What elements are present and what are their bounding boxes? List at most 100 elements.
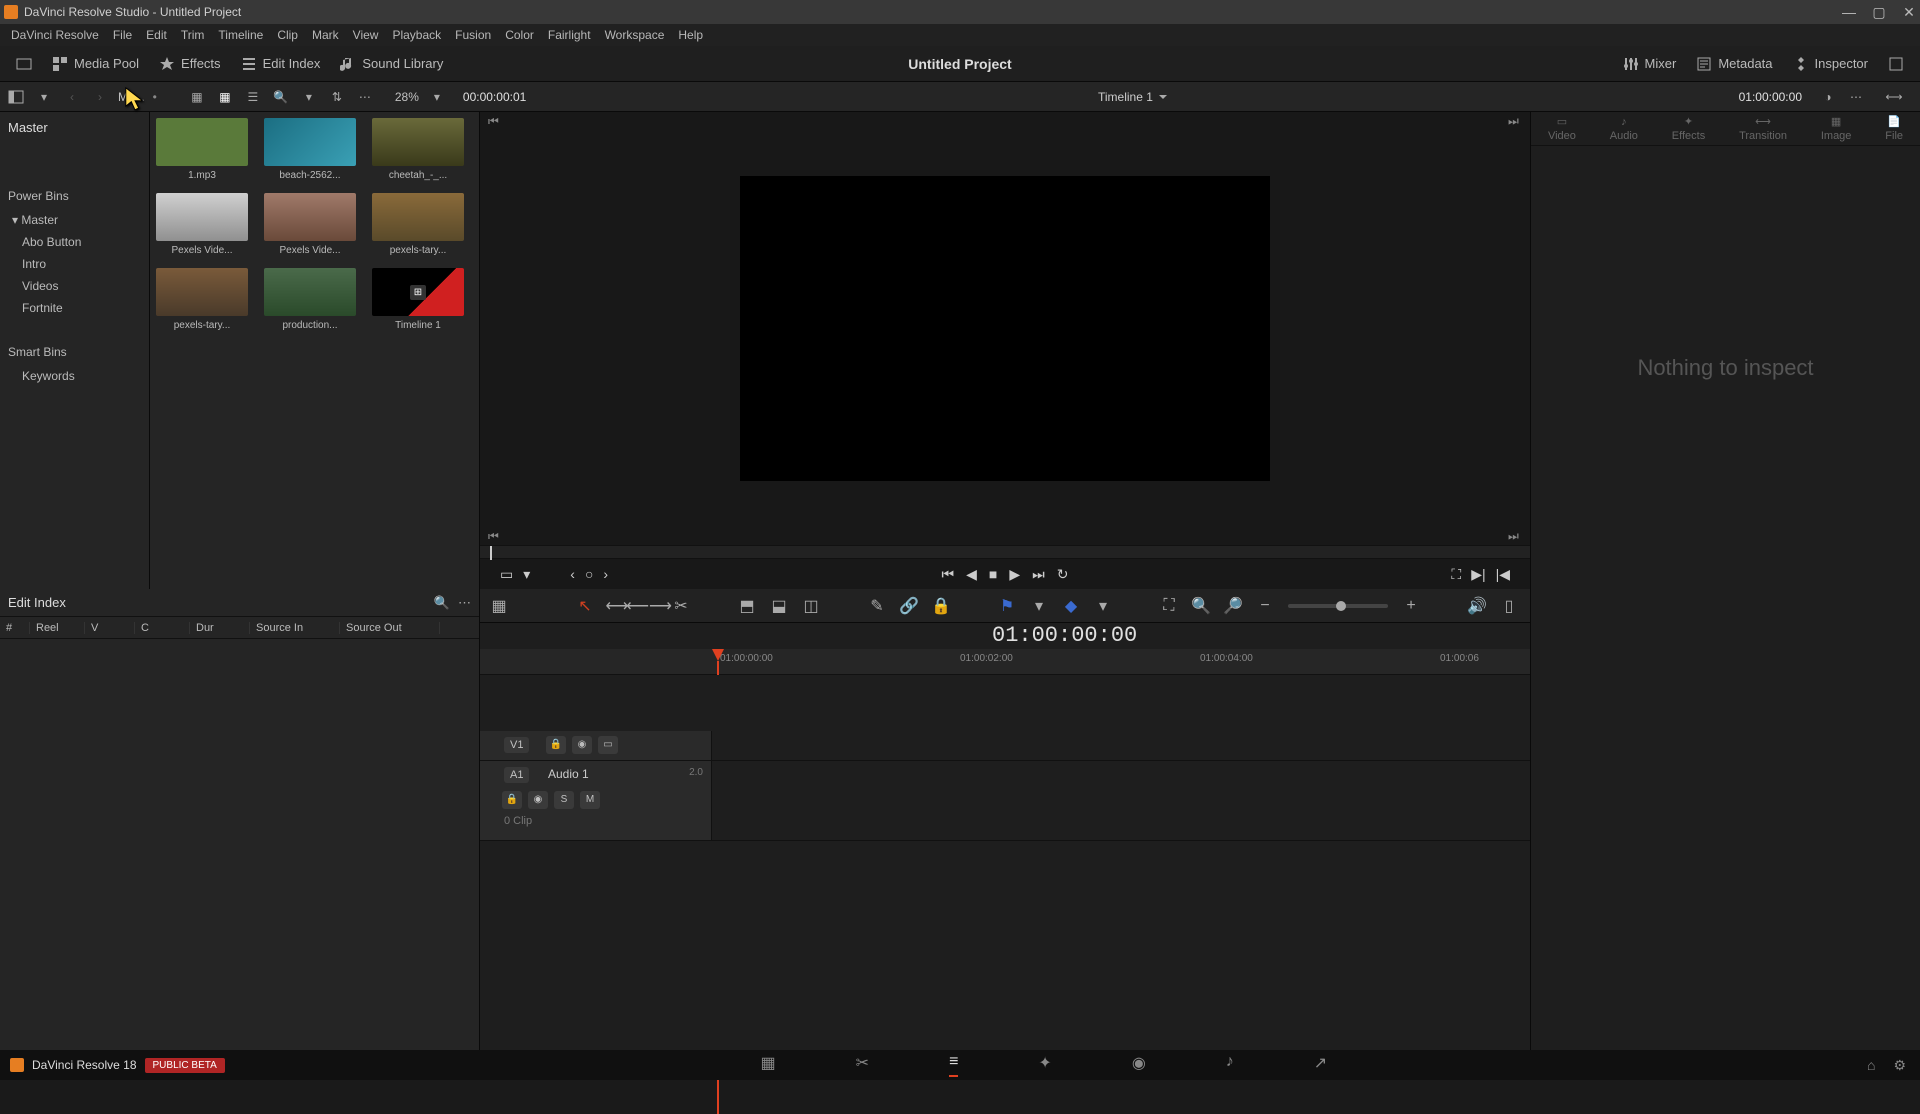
inspector-tab-effects[interactable]: ✦Effects bbox=[1672, 115, 1705, 142]
link-icon[interactable]: 🔗 bbox=[900, 597, 918, 615]
maximize-button[interactable]: ▢ bbox=[1872, 5, 1886, 19]
go-last-icon[interactable]: ⏭ bbox=[1508, 114, 1522, 128]
key-icon[interactable]: ○ bbox=[585, 566, 593, 583]
col-header[interactable]: V bbox=[85, 622, 135, 634]
track-solo-button[interactable]: S bbox=[554, 791, 574, 809]
volume-icon[interactable]: 🔊 bbox=[1468, 597, 1486, 615]
sidebar-toggle[interactable] bbox=[6, 87, 26, 107]
bypass-fx-icon[interactable]: ◑ bbox=[1818, 87, 1838, 107]
power-bins-header[interactable]: Power Bins bbox=[0, 183, 149, 209]
mixer-tab[interactable]: Mixer bbox=[1613, 50, 1687, 78]
inspector-tab-file[interactable]: 📄File bbox=[1885, 115, 1903, 142]
nav-back[interactable]: ‹ bbox=[62, 87, 82, 107]
audio-track-header[interactable]: A1 Audio 1 2.0 🔒 ◉ S M 0 Clip bbox=[480, 761, 712, 841]
chevron-down-icon[interactable]: ▾ bbox=[34, 87, 54, 107]
menu-fusion[interactable]: Fusion bbox=[448, 26, 498, 44]
selection-tool-icon[interactable]: ↖ bbox=[576, 597, 594, 615]
menu-timeline[interactable]: Timeline bbox=[211, 26, 270, 44]
go-last-icon[interactable]: ⏭ bbox=[1508, 529, 1522, 543]
inspector-tab[interactable]: Inspector bbox=[1783, 50, 1878, 78]
chevron-down-icon[interactable]: ▾ bbox=[1030, 597, 1048, 615]
thumbnail-view-icon[interactable]: ▦ bbox=[215, 87, 235, 107]
marker-icon[interactable]: ◆ bbox=[1062, 597, 1080, 615]
prev-clip-icon[interactable]: |◀ bbox=[1496, 566, 1510, 583]
stop-icon[interactable]: ■ bbox=[989, 566, 997, 582]
go-first-icon[interactable]: ⏮ bbox=[488, 114, 502, 128]
track-enable-button[interactable]: ▭ bbox=[598, 736, 618, 754]
bin-item[interactable]: Fortnite bbox=[0, 297, 149, 319]
chevron-down-icon[interactable]: ▾ bbox=[1094, 597, 1112, 615]
track-name-v1[interactable]: V1 bbox=[504, 737, 529, 753]
metadata-view-icon[interactable]: ▦ bbox=[187, 87, 207, 107]
track-auto-button[interactable]: ◉ bbox=[572, 736, 592, 754]
col-header[interactable]: Source In bbox=[250, 622, 340, 634]
timeline-name-drop[interactable]: Timeline 1 bbox=[534, 90, 1730, 104]
flag-icon[interactable]: ⚑ bbox=[998, 597, 1016, 615]
col-header[interactable]: Dur bbox=[190, 622, 250, 634]
col-header[interactable]: Source Out bbox=[340, 622, 440, 634]
search-icon[interactable]: 🔍 bbox=[271, 87, 291, 107]
zoom-in-icon[interactable]: + bbox=[1402, 597, 1420, 615]
page-fusion[interactable]: ✦ bbox=[1038, 1053, 1051, 1077]
smart-bins-header[interactable]: Smart Bins bbox=[0, 339, 149, 365]
zoom-out-icon[interactable]: − bbox=[1256, 597, 1274, 615]
bin-item[interactable]: ▾ Master bbox=[0, 209, 149, 231]
full-screen-toggle[interactable] bbox=[1878, 50, 1914, 78]
go-end-icon[interactable]: ⏭ bbox=[1032, 566, 1045, 583]
viewer-scrubber[interactable] bbox=[480, 545, 1530, 559]
inspector-tab-audio[interactable]: ♪Audio bbox=[1610, 116, 1638, 142]
clip-item[interactable]: Pexels Vide... bbox=[264, 193, 356, 256]
overwrite-icon[interactable]: ⬓ bbox=[770, 597, 788, 615]
gear-icon[interactable]: ⚙ bbox=[1893, 1057, 1906, 1074]
match-frame-icon[interactable]: ▭ bbox=[500, 566, 513, 583]
col-header[interactable]: # bbox=[0, 622, 30, 634]
nav-fwd[interactable]: › bbox=[90, 87, 110, 107]
monitor-icon[interactable]: ▯ bbox=[1500, 597, 1518, 615]
clip-item[interactable]: production... bbox=[264, 268, 356, 331]
inspector-tab-transition[interactable]: ⟷Transition bbox=[1739, 115, 1787, 142]
more-icon[interactable]: ⋯ bbox=[458, 595, 471, 611]
step-back-icon[interactable]: ◀ bbox=[966, 566, 977, 583]
play-icon[interactable]: ▶ bbox=[1009, 566, 1020, 583]
track-name-a1[interactable]: A1 bbox=[504, 767, 529, 783]
menu-davinci-resolve[interactable]: DaVinci Resolve bbox=[4, 26, 106, 44]
timeline-timecode[interactable]: 01:00:00:00 bbox=[992, 623, 1137, 648]
trim-tool-icon[interactable]: ⟷ bbox=[608, 597, 626, 615]
more-icon[interactable]: ⋯ bbox=[355, 87, 375, 107]
list-view-icon[interactable]: ☰ bbox=[243, 87, 263, 107]
track-record-button[interactable]: ◉ bbox=[528, 791, 548, 809]
search-icon[interactable]: 🔍 bbox=[434, 595, 450, 611]
menu-fairlight[interactable]: Fairlight bbox=[541, 26, 598, 44]
timeline-tracks[interactable]: V1 🔒 ◉ ▭ A1 Audio 1 2.0 🔒 ◉ S M 0 Clip bbox=[480, 675, 1530, 1056]
next-edit-icon[interactable]: › bbox=[603, 566, 608, 583]
replace-icon[interactable]: ◫ bbox=[802, 597, 820, 615]
single-viewer-toggle[interactable] bbox=[6, 50, 42, 78]
page-color[interactable]: ◉ bbox=[1132, 1053, 1146, 1077]
menu-playback[interactable]: Playback bbox=[385, 26, 448, 44]
expand-viewer[interactable]: ⟷ bbox=[1874, 87, 1914, 107]
clip-item[interactable]: Pexels Vide... bbox=[156, 193, 248, 256]
audio-track-label[interactable]: Audio 1 bbox=[548, 767, 589, 781]
zoom-fit-icon[interactable]: ⛶ bbox=[1160, 597, 1178, 615]
chevron-down-icon[interactable]: ▾ bbox=[523, 566, 530, 583]
col-header[interactable]: Reel bbox=[30, 622, 85, 634]
col-header[interactable]: C bbox=[135, 622, 190, 634]
full-extent-icon[interactable]: ⛶ bbox=[1451, 566, 1461, 583]
page-deliver[interactable]: ↗ bbox=[1314, 1053, 1327, 1077]
page-media[interactable]: ▦ bbox=[761, 1053, 776, 1077]
prev-edit-icon[interactable]: ‹ bbox=[570, 566, 575, 583]
menu-file[interactable]: File bbox=[106, 26, 139, 44]
lock-icon[interactable]: 🔒 bbox=[932, 597, 950, 615]
blade-tool-icon[interactable]: ✂ bbox=[672, 597, 690, 615]
bin-item[interactable]: Keywords bbox=[0, 365, 149, 387]
menu-trim[interactable]: Trim bbox=[174, 26, 212, 44]
clip-item[interactable]: 1.mp3 bbox=[156, 118, 248, 181]
clip-item[interactable]: ⊞Timeline 1 bbox=[372, 268, 464, 331]
timeline-ruler[interactable]: 01:00:00:0001:00:02:0001:00:04:0001:00:0… bbox=[480, 649, 1530, 675]
clip-item[interactable]: pexels-tary... bbox=[372, 193, 464, 256]
menu-clip[interactable]: Clip bbox=[270, 26, 305, 44]
home-icon[interactable]: ⌂ bbox=[1867, 1057, 1875, 1074]
menu-workspace[interactable]: Workspace bbox=[598, 26, 672, 44]
effects-tab[interactable]: Effects bbox=[149, 50, 231, 78]
go-first-icon[interactable]: ⏮ bbox=[488, 529, 502, 543]
